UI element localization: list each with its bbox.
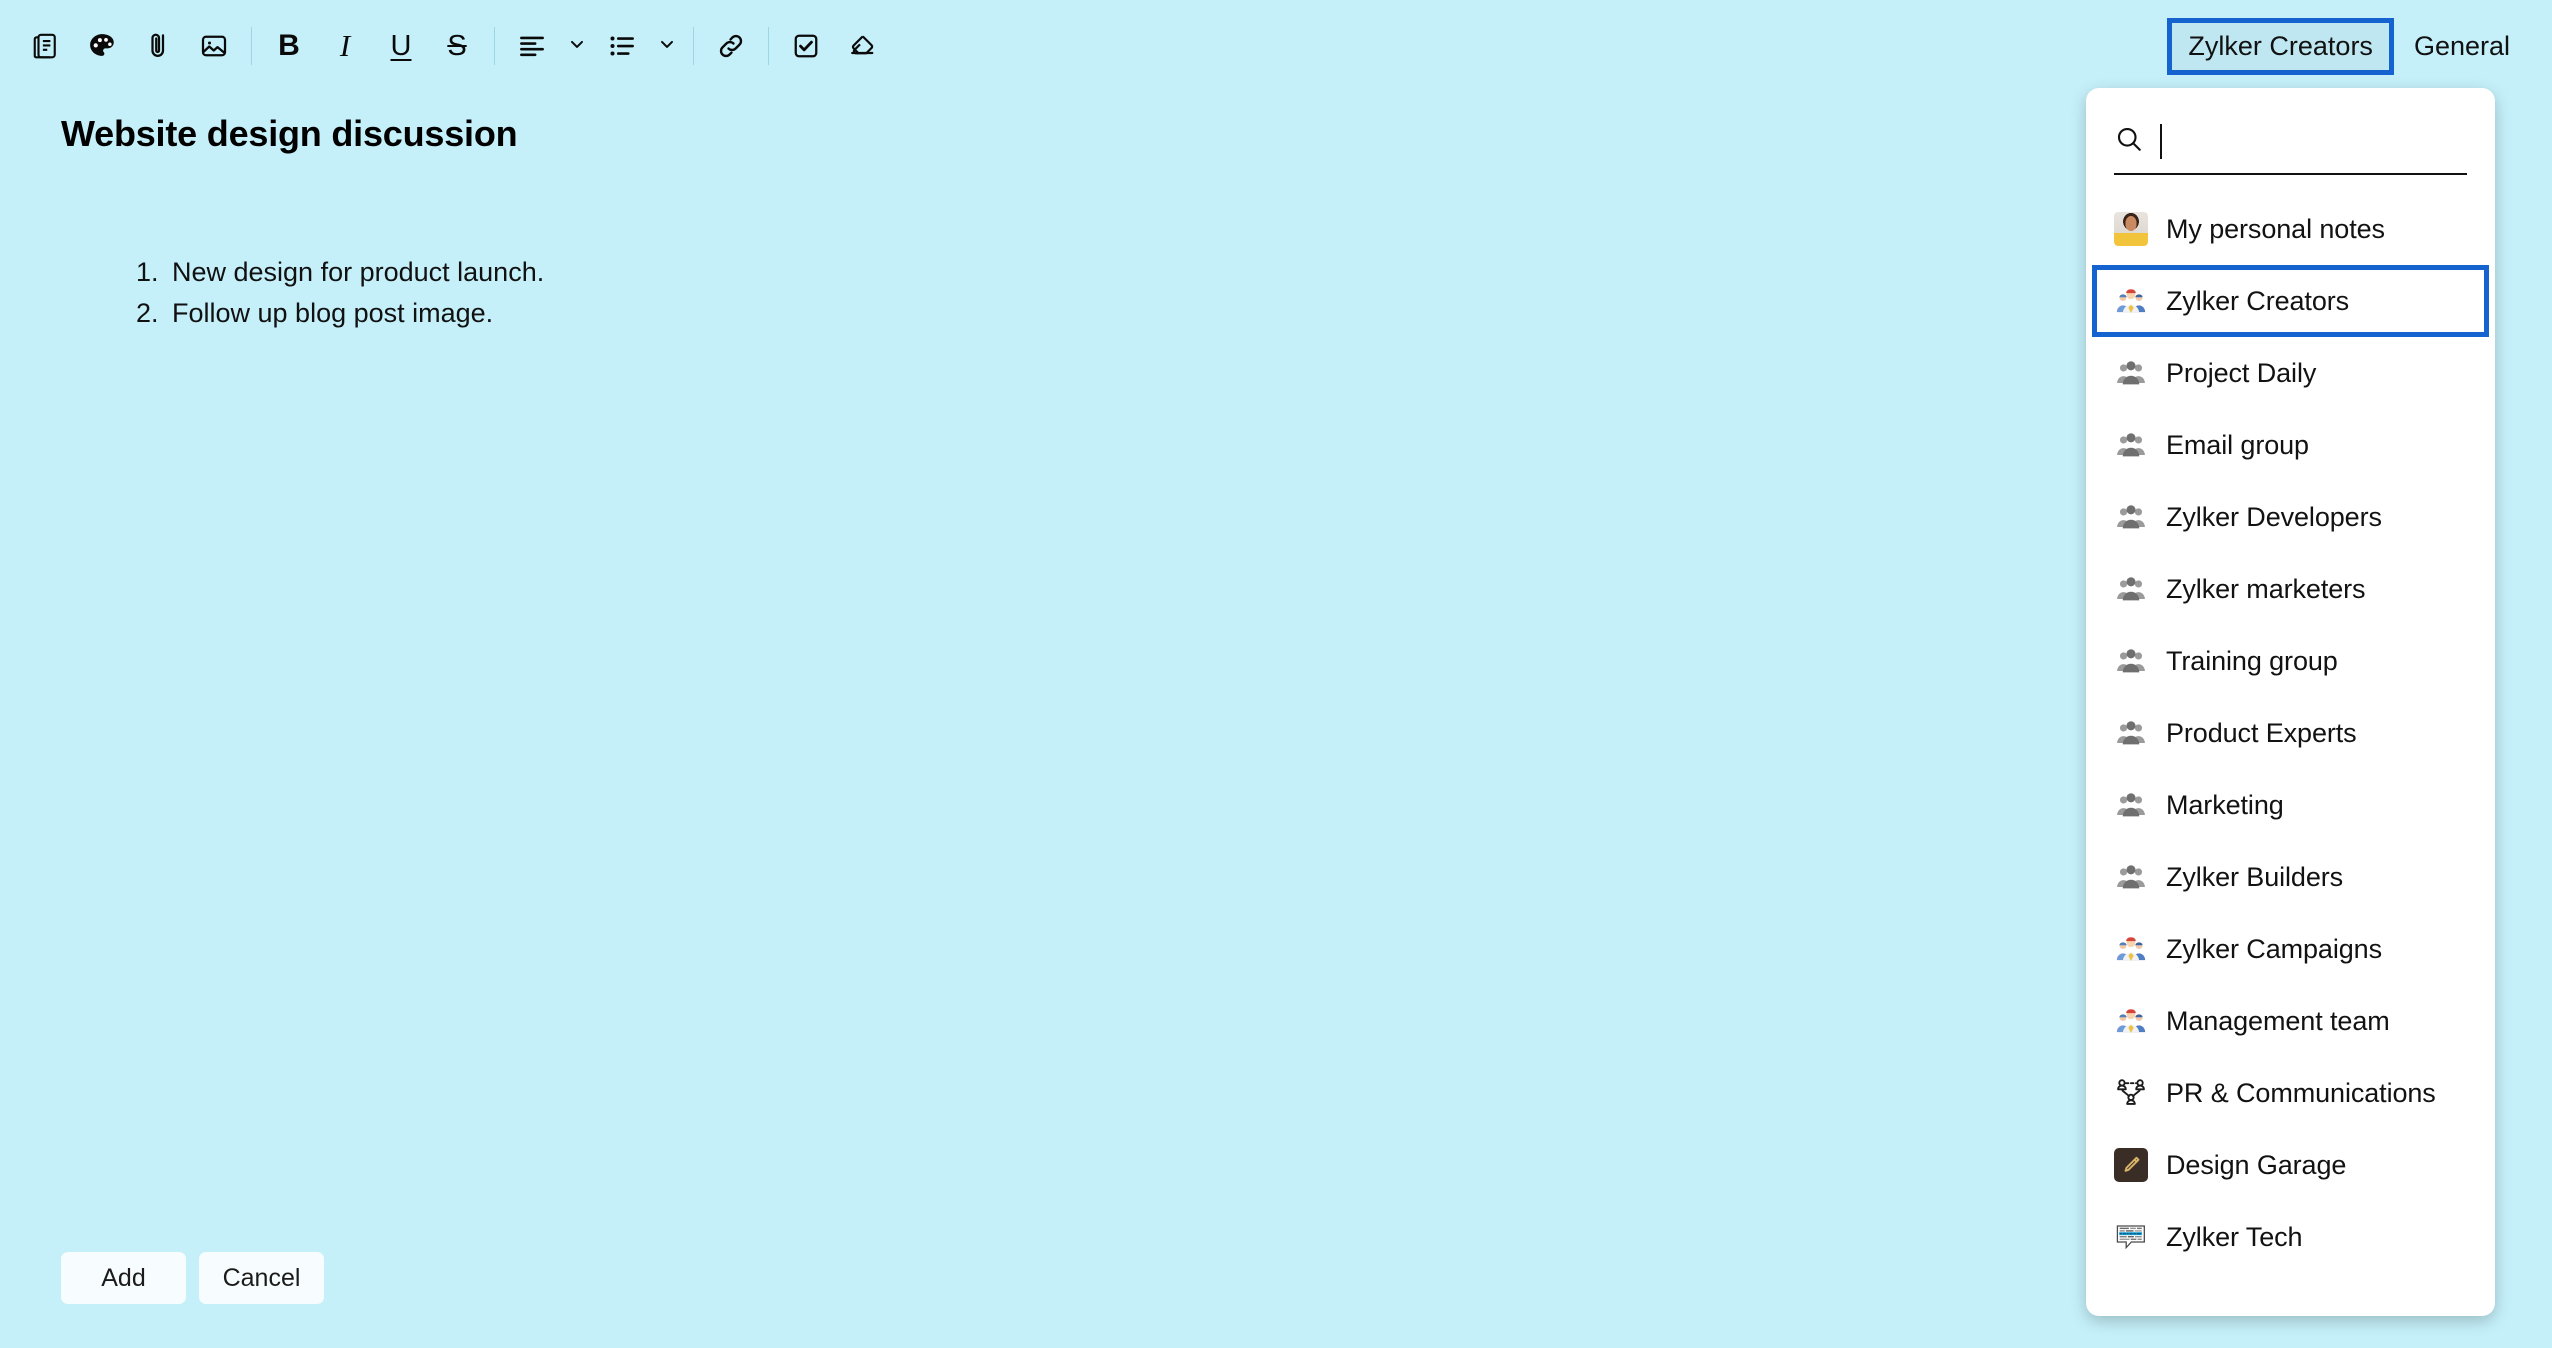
list-item[interactable]: Marketing — [2086, 769, 2495, 841]
eraser-icon — [847, 31, 877, 61]
image-icon — [199, 31, 229, 61]
pencil-tile-icon — [2114, 1148, 2148, 1182]
group-gray-icon — [2114, 356, 2148, 390]
group-gray-icon — [2114, 572, 2148, 606]
list-item[interactable]: Zylker Campaigns — [2086, 913, 2495, 985]
note-icon-button[interactable] — [18, 18, 74, 74]
group-color-icon — [2114, 1004, 2148, 1038]
paperclip-icon — [143, 31, 173, 61]
list-item[interactable]: Zylker Tech — [2086, 1201, 2495, 1273]
list-item: Follow up blog post image. — [166, 293, 544, 334]
note-icon — [31, 31, 61, 61]
list-item-label: Training group — [2166, 645, 2338, 676]
word-cloud-icon — [2114, 1220, 2148, 1254]
list-item-label: Marketing — [2166, 789, 2284, 820]
editor-footer: Add Cancel — [61, 1252, 324, 1304]
list-item-label: Product Experts — [2166, 717, 2357, 748]
bold-button[interactable]: B — [261, 18, 317, 74]
list-item: New design for product launch. — [166, 252, 544, 293]
group-color-icon — [2114, 284, 2148, 318]
page-title: Website design discussion — [61, 113, 518, 154]
palette-icon-button[interactable] — [74, 18, 130, 74]
list-item[interactable]: Design Garage — [2086, 1129, 2495, 1201]
list-item-label: Design Garage — [2166, 1149, 2347, 1180]
strikethrough-button[interactable]: S — [429, 18, 485, 74]
toolbar-divider — [768, 27, 769, 65]
toolbar-divider — [251, 27, 252, 65]
group-gray-icon — [2114, 788, 2148, 822]
align-left-icon-button[interactable] — [504, 18, 560, 74]
list-item-label: Zylker Campaigns — [2166, 933, 2382, 964]
group-gray-icon — [2114, 716, 2148, 750]
align-left-icon — [517, 31, 547, 61]
italic-button[interactable]: I — [317, 18, 373, 74]
list-item[interactable]: Training group — [2086, 625, 2495, 697]
list-item[interactable]: My personal notes — [2086, 193, 2495, 265]
list-item-label: Zylker Developers — [2166, 501, 2382, 532]
list-item[interactable]: Product Experts — [2086, 697, 2495, 769]
cancel-button[interactable]: Cancel — [199, 1252, 324, 1304]
add-button[interactable]: Add — [61, 1252, 186, 1304]
network-people-icon — [2114, 1076, 2148, 1110]
group-gray-icon — [2114, 644, 2148, 678]
list-item-label: Zylker Builders — [2166, 861, 2344, 892]
chevron-down-icon — [567, 34, 587, 59]
workspace-picker-panel: My personal notes Zylker Creators Project … — [2086, 88, 2495, 1316]
text-cursor — [2160, 123, 2162, 159]
search-icon — [2114, 124, 2144, 159]
list-item[interactable]: PR & Communications — [2086, 1057, 2495, 1129]
list-item-label: PR & Communications — [2166, 1077, 2436, 1108]
list-item-label: Zylker marketers — [2166, 573, 2366, 604]
list-item[interactable]: Email group — [2086, 409, 2495, 481]
tab-general[interactable]: General — [2394, 19, 2530, 74]
palette-icon — [87, 31, 117, 61]
checkbox-icon — [791, 31, 821, 61]
align-dropdown-button[interactable] — [560, 18, 594, 74]
list-item[interactable]: Zylker Builders — [2086, 841, 2495, 913]
link-icon — [716, 31, 746, 61]
tab-zylker-creators[interactable]: Zylker Creators — [2167, 17, 2394, 75]
list-item[interactable]: Zylker Developers — [2086, 481, 2495, 553]
group-gray-icon — [2114, 860, 2148, 894]
underline-button[interactable]: U — [373, 18, 429, 74]
group-color-icon — [2114, 932, 2148, 966]
list-item[interactable]: Management team — [2086, 985, 2495, 1057]
document-numbered-list[interactable]: New design for product launch. Follow up… — [128, 252, 544, 334]
panel-search-area — [2086, 88, 2495, 175]
list-item[interactable]: Zylker marketers — [2086, 553, 2495, 625]
paperclip-icon-button[interactable] — [130, 18, 186, 74]
workspace-list[interactable]: My personal notes Zylker Creators Project … — [2086, 175, 2495, 1316]
list-item[interactable]: Project Daily — [2086, 337, 2495, 409]
toolbar-divider — [494, 27, 495, 65]
list-item-label: Project Daily — [2166, 357, 2317, 388]
group-gray-icon — [2114, 428, 2148, 462]
toolbar-divider — [693, 27, 694, 65]
list-item[interactable]: Zylker Creators — [2092, 265, 2489, 337]
list-item-label: Zylker Tech — [2166, 1221, 2303, 1252]
bullet-list-icon-button[interactable] — [594, 18, 650, 74]
avatar-photo — [2114, 212, 2148, 246]
search-input[interactable] — [2176, 121, 2495, 161]
bullet-list-icon — [607, 31, 637, 61]
image-icon-button[interactable] — [186, 18, 242, 74]
link-icon-button[interactable] — [703, 18, 759, 74]
eraser-icon-button[interactable] — [834, 18, 890, 74]
workspace-tabs: Zylker Creators General — [2167, 0, 2530, 92]
list-dropdown-button[interactable] — [650, 18, 684, 74]
list-item-label: Management team — [2166, 1005, 2390, 1036]
checkbox-icon-button[interactable] — [778, 18, 834, 74]
chevron-down-icon — [657, 34, 677, 59]
list-item-label: Email group — [2166, 429, 2309, 460]
list-item-label: My personal notes — [2166, 213, 2385, 244]
search-row[interactable] — [2114, 117, 2495, 165]
group-gray-icon — [2114, 500, 2148, 534]
list-item-label: Zylker Creators — [2166, 285, 2350, 316]
